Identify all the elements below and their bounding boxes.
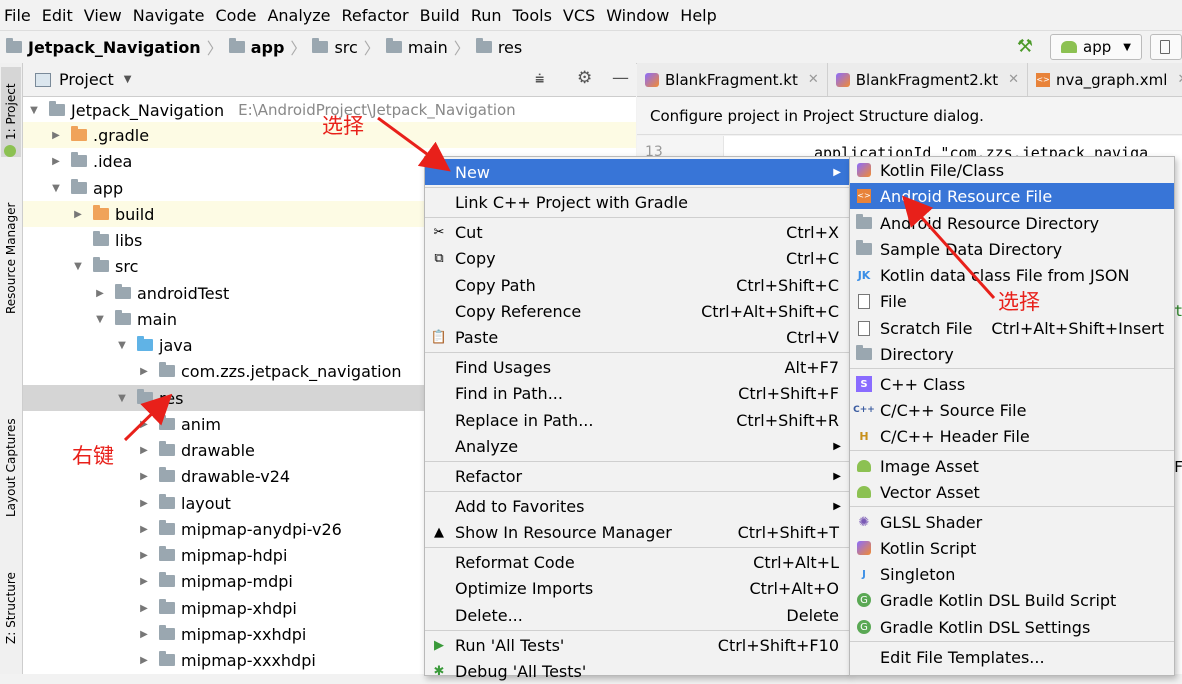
annotation-label: 选择 (998, 290, 1040, 314)
annotation-arrow (123, 393, 173, 442)
annotation-arrow (901, 195, 996, 300)
annotation-label: 右键 (72, 444, 114, 468)
annotation-label: 选择 (322, 114, 364, 138)
annotation-arrow (377, 116, 451, 172)
annotation-overlay (123, 116, 996, 442)
